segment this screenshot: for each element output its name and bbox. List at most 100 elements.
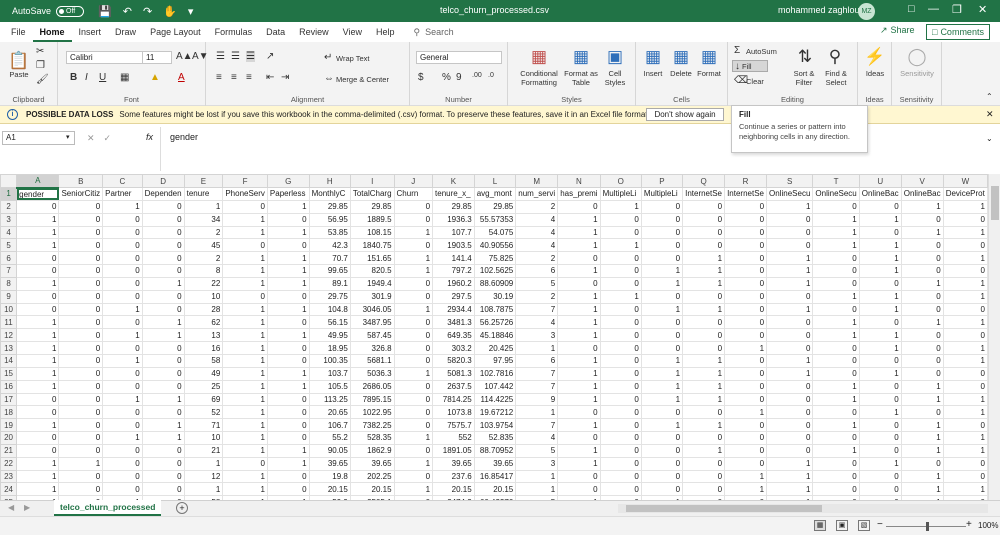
cell[interactable]: 0 — [266, 392, 310, 407]
autosum-icon[interactable]: Σ — [734, 45, 740, 56]
cell[interactable]: 0 — [141, 264, 185, 278]
format-painter-icon[interactable]: 🖌 — [36, 74, 49, 85]
cell[interactable]: 1 — [222, 405, 268, 420]
row-header[interactable]: 7 — [0, 264, 18, 278]
avatar[interactable]: MZ — [858, 3, 875, 20]
merge-center-icon[interactable]: ⇔ — [324, 73, 334, 84]
find-select-icon[interactable]: ⚲ — [824, 46, 846, 68]
cell[interactable]: 1 — [942, 482, 988, 497]
cell[interactable]: 0 — [393, 392, 434, 407]
align-center-icon[interactable]: ≡ — [231, 72, 237, 83]
cell[interactable]: 0 — [266, 289, 310, 304]
cell[interactable]: 0 — [141, 379, 185, 394]
cell[interactable]: tenure_x_ — [432, 187, 475, 201]
cell[interactable]: 0 — [900, 289, 944, 304]
cell[interactable]: 1 — [812, 418, 860, 433]
cell[interactable]: 0 — [16, 199, 60, 214]
cell[interactable]: 0 — [557, 341, 601, 355]
cell[interactable]: 0 — [141, 353, 185, 368]
autosave-toggle[interactable]: Off — [56, 5, 85, 17]
cell[interactable]: 303.2 — [432, 341, 475, 355]
cell[interactable]: 88.60909 — [473, 276, 517, 291]
cell[interactable]: 0 — [766, 328, 814, 343]
cell[interactable]: 1 — [942, 392, 988, 407]
cell[interactable]: 237.6 — [432, 469, 475, 484]
cell[interactable]: 2 — [515, 199, 559, 214]
cell[interactable]: 1 — [812, 225, 860, 240]
cell[interactable]: 52 — [183, 405, 224, 420]
cell[interactable]: 0 — [222, 456, 268, 471]
cell[interactable]: 1 — [640, 276, 684, 291]
cell[interactable]: 0 — [16, 431, 60, 445]
cell[interactable]: 20.425 — [473, 341, 517, 355]
cell[interactable]: 0 — [393, 328, 434, 343]
increase-decimal-icon[interactable]: .00 — [472, 72, 482, 79]
cell[interactable]: 1 — [58, 456, 104, 471]
cell[interactable]: 1 — [16, 418, 60, 433]
cell[interactable]: 0 — [58, 482, 104, 497]
cell[interactable]: 1840.75 — [349, 238, 395, 253]
cell[interactable]: 0 — [393, 315, 434, 330]
cell[interactable]: 301.9 — [349, 289, 395, 304]
column-header-b[interactable]: B — [58, 174, 104, 188]
cell[interactable]: 1 — [102, 392, 143, 407]
cell[interactable]: 1 — [222, 315, 268, 330]
cell[interactable]: 0 — [393, 405, 434, 420]
prev-sheet-icon[interactable]: ◀ — [8, 503, 14, 512]
cell[interactable]: 0 — [900, 456, 944, 471]
cell[interactable]: 1 — [766, 469, 814, 484]
cell[interactable]: 0 — [599, 443, 642, 458]
row-header[interactable]: 12 — [0, 328, 18, 343]
cell[interactable]: 56.25726 — [473, 315, 517, 330]
column-header-t[interactable]: T — [812, 174, 860, 188]
cell[interactable]: 1 — [557, 238, 601, 253]
cell[interactable]: 0 — [900, 353, 944, 368]
fill-button[interactable]: ↓ Fill — [732, 60, 768, 72]
row-header[interactable]: 13 — [0, 341, 18, 355]
cell[interactable]: 0 — [58, 251, 104, 266]
next-sheet-icon[interactable]: ▶ — [24, 503, 30, 512]
cell[interactable]: 0 — [16, 251, 60, 266]
cell[interactable]: 1 — [682, 302, 726, 317]
menu-home[interactable]: Home — [32, 22, 72, 42]
cell[interactable]: 0 — [858, 431, 902, 445]
cell[interactable]: 1 — [812, 289, 860, 304]
cell[interactable]: 0 — [640, 289, 684, 304]
cell[interactable]: 0 — [766, 392, 814, 407]
cell[interactable]: 0 — [724, 315, 768, 330]
cell[interactable]: 0 — [942, 328, 988, 343]
conditional-formatting-icon[interactable]: ▦ — [528, 46, 550, 68]
cell[interactable]: 0 — [599, 341, 642, 355]
cell[interactable]: 29.85 — [308, 199, 351, 214]
cell[interactable]: 1 — [266, 366, 310, 381]
align-top-icon[interactable]: ☰ — [216, 51, 225, 62]
cell[interactable]: 0 — [682, 469, 726, 484]
cell[interactable]: 1 — [640, 379, 684, 394]
cell[interactable]: 0 — [724, 276, 768, 291]
cell[interactable]: 0 — [599, 264, 642, 278]
cell[interactable]: 1 — [557, 212, 601, 227]
cell[interactable]: 70.7 — [308, 251, 351, 266]
cell[interactable]: 1 — [141, 315, 185, 330]
cell[interactable]: 1 — [393, 482, 434, 497]
cell[interactable]: 1 — [900, 431, 944, 445]
cell[interactable]: 0 — [640, 431, 684, 445]
column-header-e[interactable]: E — [183, 174, 224, 188]
cell[interactable]: 52.835 — [473, 431, 517, 445]
cell[interactable]: 40.90556 — [473, 238, 517, 253]
cell[interactable]: 89.1 — [308, 276, 351, 291]
restore-icon[interactable]: ❐ — [952, 3, 962, 16]
cell[interactable]: 0 — [222, 199, 268, 214]
cell[interactable]: 1903.5 — [432, 238, 475, 253]
cell[interactable]: 1 — [16, 482, 60, 497]
decrease-decimal-icon[interactable]: .0 — [488, 72, 494, 79]
zoom-in-icon[interactable]: + — [966, 519, 972, 530]
cell[interactable]: 0 — [766, 443, 814, 458]
cell[interactable]: Dependen — [141, 187, 185, 201]
cell[interactable]: 0 — [58, 302, 104, 317]
cell[interactable]: 1949.4 — [349, 276, 395, 291]
cell[interactable]: 0 — [724, 328, 768, 343]
font-name-select[interactable]: Calibri — [66, 51, 144, 64]
cell[interactable]: 0 — [724, 264, 768, 278]
cell[interactable]: has_premi — [557, 187, 601, 201]
